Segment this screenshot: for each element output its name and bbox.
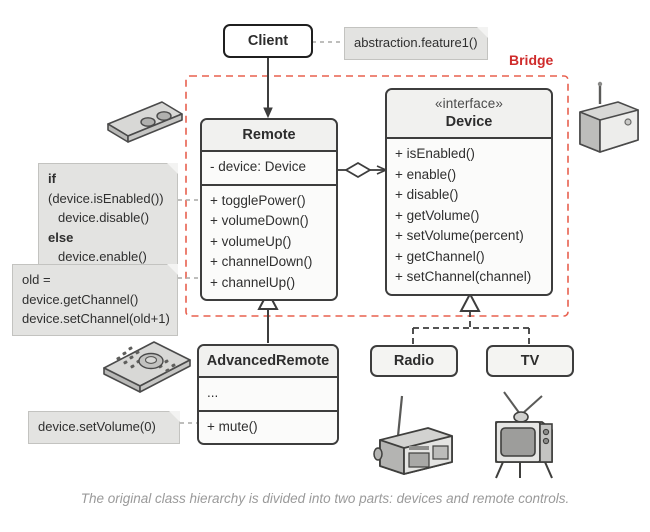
remote-field: - device: Device <box>210 159 307 175</box>
remote-fields: - device: Device <box>202 152 336 184</box>
class-box-advanced-remote[interactable]: AdvancedRemote ... + mute() <box>197 344 339 446</box>
device-class-header: «interface» Device <box>387 90 551 139</box>
remote-method: + volumeUp() <box>210 233 292 249</box>
note-fold-icon <box>167 264 178 275</box>
note-toggle-line-1: if (device.isEnabled()) <box>48 169 168 208</box>
remote-methods: + togglePower() + volumeDown() + volumeU… <box>202 183 336 300</box>
note-mute[interactable]: device.setVolume(0) <box>28 411 180 444</box>
class-box-tv[interactable]: TV <box>486 345 574 377</box>
note-toggle-power[interactable]: if (device.isEnabled()) device.disable()… <box>38 163 178 274</box>
note-channel-line-1: old = device.getChannel() <box>22 272 139 307</box>
note-fold-icon <box>167 163 178 174</box>
advanced-remote-methods: + mute() <box>199 409 337 444</box>
simple-remote-illustration <box>107 101 183 143</box>
uml-bridge-diagram: Bridge Client abstraction.feature1() Rem… <box>0 0 650 532</box>
device-method: + disable() <box>395 187 459 203</box>
device-method: + getChannel() <box>395 248 485 264</box>
device-methods: + isEnabled() + enable() + disable() + g… <box>387 139 551 294</box>
client-class-name: Client <box>247 33 289 49</box>
device-method: + setChannel(channel) <box>395 269 532 285</box>
note-client-feature[interactable]: abstraction.feature1() <box>344 27 488 60</box>
diagram-caption: The original class hierarchy is divided … <box>80 491 570 506</box>
advanced-remote-field: ... <box>207 385 219 401</box>
class-box-radio[interactable]: Radio <box>370 345 458 377</box>
tv-illustration <box>495 391 553 479</box>
note-channel-line-2: device.setChannel(old+1) <box>22 311 170 326</box>
note-client-text: abstraction.feature1() <box>354 35 478 50</box>
device-stereotype: «interface» <box>435 96 503 111</box>
note-toggle-line-2: device.disable() <box>58 210 150 225</box>
device-class-name: Device <box>445 113 493 130</box>
device-inheritance-triangle <box>459 291 481 312</box>
device-method: + setVolume(percent) <box>395 228 524 244</box>
radio-illustration <box>373 395 453 475</box>
device-method: + enable() <box>395 166 457 182</box>
aggregation-diamond <box>344 161 372 179</box>
remote-method: + togglePower() <box>210 192 306 208</box>
remote-class-name: Remote <box>202 120 336 153</box>
tv-class-name: TV <box>520 353 540 369</box>
class-box-client[interactable]: Client <box>223 24 313 58</box>
device-method: + getVolume() <box>395 207 480 223</box>
class-box-remote[interactable]: Remote - device: Device + togglePower() … <box>200 118 338 302</box>
advanced-remote-class-name: AdvancedRemote <box>199 346 337 379</box>
note-keyword-else: else <box>48 229 74 245</box>
note-fold-icon <box>477 27 488 38</box>
note-fold-icon <box>169 411 180 422</box>
remote-method: + channelDown() <box>210 254 313 270</box>
remote-method: + channelUp() <box>210 274 296 290</box>
advanced-remote-fields: ... <box>199 378 337 410</box>
note-mute-text: device.setVolume(0) <box>38 419 156 434</box>
radio-class-name: Radio <box>393 353 435 369</box>
bridge-region-label: Bridge <box>509 52 554 68</box>
note-channel-up[interactable]: old = device.getChannel() device.setChan… <box>12 264 178 336</box>
device-method: + isEnabled() <box>395 146 475 161</box>
note-toggle-line-3: else <box>48 228 168 248</box>
class-box-device[interactable]: «interface» Device + isEnabled() + enabl… <box>385 88 553 296</box>
note-keyword-if: if <box>48 171 56 186</box>
advanced-remote-illustration <box>103 341 191 393</box>
note-toggle-cond: (device.isEnabled()) <box>48 190 164 206</box>
remote-method: + volumeDown() <box>210 213 309 229</box>
generic-device-illustration <box>579 81 639 153</box>
advanced-remote-method: + mute() <box>207 418 258 434</box>
